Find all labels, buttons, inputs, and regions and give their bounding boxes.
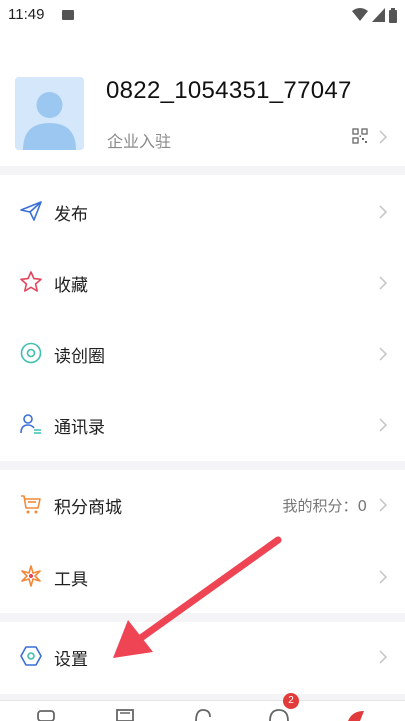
- message-badge: 2: [283, 693, 299, 709]
- paper-plane-icon: [20, 201, 42, 221]
- menu-group-settings: 设置: [0, 622, 405, 694]
- refresh-icon[interactable]: [192, 707, 214, 721]
- menu-item-label: 设置: [54, 650, 88, 670]
- circle-target-icon: [20, 342, 42, 364]
- menu-item-label: 通讯录: [54, 418, 105, 438]
- menu-item-contacts[interactable]: 通讯录: [0, 390, 405, 460]
- star-icon: [20, 271, 42, 292]
- profile-card[interactable]: 0822_1054351_77047 企业入驻: [0, 32, 405, 166]
- image-icon: [62, 10, 74, 20]
- menu-item-label: 发布: [54, 205, 88, 225]
- hexagon-settings-icon: [20, 646, 42, 666]
- menu-group-points: 积分商城 我的积分：0 工具: [0, 470, 405, 613]
- chevron-right-icon: [379, 130, 388, 144]
- chevron-right-icon: [379, 205, 388, 219]
- menu-item-tools[interactable]: 工具: [0, 542, 405, 612]
- menu-item-reading-circle[interactable]: 读创圈: [0, 319, 405, 389]
- menu-item-label: 收藏: [54, 276, 88, 296]
- my-points-value: 我的积分：0: [282, 497, 367, 515]
- news-icon[interactable]: [114, 707, 136, 721]
- qr-code-icon[interactable]: [352, 128, 368, 144]
- cart-icon: [21, 495, 41, 514]
- message-icon[interactable]: [268, 707, 290, 721]
- tools-icon: [21, 565, 41, 587]
- signal-icon: [372, 8, 385, 22]
- chevron-right-icon: [379, 418, 388, 432]
- bottom-tab-bar: 2: [0, 693, 405, 721]
- menu-item-settings[interactable]: 设置: [0, 622, 405, 692]
- chevron-right-icon: [379, 650, 388, 664]
- wifi-icon: [352, 8, 368, 21]
- company-entry-link[interactable]: 企业入驻: [107, 128, 171, 152]
- chevron-right-icon: [379, 347, 388, 361]
- chevron-right-icon: [379, 498, 388, 512]
- username: 0822_1054351_77047: [106, 77, 352, 104]
- menu-item-points-mall[interactable]: 积分商城 我的积分：0: [0, 470, 405, 540]
- profile-icon[interactable]: [344, 707, 366, 721]
- menu-item-label: 读创圈: [54, 347, 105, 367]
- home-icon[interactable]: [36, 707, 56, 721]
- menu-item-favorites[interactable]: 收藏: [0, 248, 405, 318]
- contacts-icon: [20, 414, 41, 434]
- avatar[interactable]: [15, 77, 84, 150]
- menu-item-label: 积分商城: [54, 498, 122, 518]
- status-time: 11:49: [8, 6, 45, 23]
- status-icons: [352, 6, 397, 24]
- menu-group-main: 发布 收藏 读创圈 通讯录: [0, 175, 405, 461]
- status-bar: 11:49: [0, 0, 405, 32]
- chevron-right-icon: [379, 570, 388, 584]
- menu-item-publish[interactable]: 发布: [0, 177, 405, 247]
- chevron-right-icon: [379, 276, 388, 290]
- battery-icon: [389, 7, 397, 23]
- menu-item-label: 工具: [54, 570, 88, 590]
